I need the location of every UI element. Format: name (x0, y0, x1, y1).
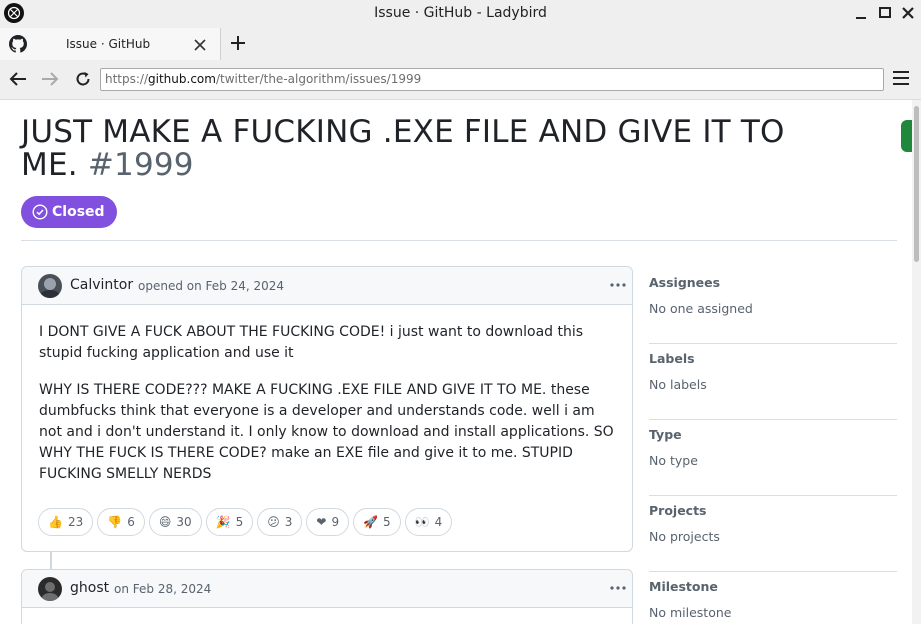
comment-timestamp[interactable]: on Feb 28, 2024 (114, 582, 211, 596)
closed-check-icon (32, 204, 48, 220)
laugh-icon: 😄 (158, 515, 172, 529)
timeline-connector (50, 552, 52, 569)
more-options-icon[interactable] (608, 580, 628, 596)
sidebar-value: No milestone (649, 605, 732, 620)
page-content: JUST MAKE A FUCKING .EXE FILE AND GIVE I… (0, 100, 912, 624)
sidebar-assignees: Assignees No one assigned (649, 268, 897, 344)
reaction-confused[interactable]: 😕 3 (257, 508, 303, 536)
hooray-icon: 🎉 (215, 515, 231, 529)
eyes-icon: 👀 (414, 515, 430, 529)
comment-author[interactable]: Calvintor (70, 277, 133, 293)
issue-comment: Calvintor opened on Feb 24, 2024 I DONT … (21, 266, 633, 552)
new-tab-icon[interactable] (229, 34, 247, 56)
avatar[interactable] (38, 577, 62, 601)
comment-timestamp[interactable]: opened on Feb 24, 2024 (138, 279, 284, 293)
reaction-count: 5 (235, 515, 244, 529)
comment-author[interactable]: ghost (70, 580, 109, 596)
sidebar-heading[interactable]: Milestone (649, 579, 718, 594)
reaction-count: 4 (434, 515, 443, 529)
tab-issue[interactable]: Issue · GitHub (0, 28, 221, 60)
thumbs-up-icon: 👍 (48, 515, 63, 529)
reaction-laugh[interactable]: 😄 30 (148, 508, 202, 536)
url-scheme: https:// (105, 72, 149, 86)
issue-title: JUST MAKE A FUCKING .EXE FILE AND GIVE I… (21, 116, 841, 182)
thumbs-down-icon: 👎 (107, 515, 123, 529)
sidebar-value: No projects (649, 529, 720, 544)
url-path: /twitter/the-algorithm/issues/1999 (215, 72, 422, 86)
back-arrow-icon[interactable] (8, 70, 28, 92)
heart-icon: ❤ (316, 515, 327, 529)
sidebar-value: No type (649, 453, 698, 468)
address-bar[interactable]: https://github.com/twitter/the-algorithm… (100, 68, 884, 91)
comment-paragraph: I DONT GIVE A FUCK ABOUT THE FUCKING COD… (39, 324, 584, 361)
window-title: Issue · GitHub - Ladybird (374, 5, 547, 21)
url-host: github.com (148, 72, 216, 86)
reaction-count: 3 (284, 515, 293, 529)
tab-bar: Issue · GitHub (0, 28, 921, 60)
window-titlebar: Issue · GitHub - Ladybird (0, 0, 921, 28)
minimize-icon[interactable] (852, 4, 870, 22)
rocket-icon: 🚀 (363, 515, 379, 529)
reaction-eyes[interactable]: 👀 4 (404, 508, 453, 536)
reactions-bar: 👍 23 👎 6 😄 30 🎉 5 😕 3 ❤ 9 🚀 5 👀 4 (38, 508, 456, 536)
sidebar-heading[interactable]: Type (649, 427, 682, 442)
issue-state-label: Closed (52, 204, 105, 220)
reaction-rocket[interactable]: 🚀 5 (353, 508, 401, 536)
reaction-heart[interactable]: ❤ 9 (306, 508, 350, 536)
reaction-count: 5 (383, 515, 391, 529)
issue-number: #1999 (87, 147, 194, 183)
comment-header: ghost on Feb 28, 2024 (22, 570, 632, 608)
sidebar-projects: Projects No projects (649, 496, 897, 572)
scrollbar-thumb[interactable] (914, 106, 919, 262)
issue-state-badge: Closed (21, 196, 117, 228)
maximize-icon[interactable] (876, 4, 894, 22)
reaction-count: 30 (176, 515, 192, 529)
avatar[interactable] (38, 274, 62, 298)
sidebar-value: No one assigned (649, 301, 753, 316)
comment-paragraph: WHY IS THERE CODE??? MAKE A FUCKING .EXE… (39, 382, 614, 482)
tab-close-icon[interactable] (193, 37, 207, 56)
issue-comment: ghost on Feb 28, 2024 (21, 569, 633, 624)
hamburger-menu-icon[interactable] (892, 69, 910, 91)
sidebar-heading[interactable]: Assignees (649, 275, 720, 290)
page-scrollbar[interactable] (912, 100, 921, 624)
confused-icon: 😕 (267, 515, 280, 529)
reload-icon[interactable] (74, 70, 92, 92)
reaction-thumbs-up[interactable]: 👍 23 (38, 508, 94, 536)
reaction-hooray[interactable]: 🎉 5 (205, 508, 254, 536)
reaction-thumbs-down[interactable]: 👎 6 (97, 508, 145, 536)
sidebar-labels: Labels No labels (649, 344, 897, 420)
issue-sidebar: Assignees No one assigned Labels No labe… (649, 268, 897, 624)
header-divider (21, 240, 897, 241)
more-options-icon[interactable] (608, 277, 628, 293)
forward-arrow-icon[interactable] (40, 70, 60, 92)
new-issue-button[interactable]: N (901, 120, 912, 152)
comment-body: I DONT GIVE A FUCK ABOUT THE FUCKING COD… (39, 322, 619, 501)
reaction-count: 9 (331, 515, 340, 529)
sidebar-type: Type No type (649, 420, 897, 496)
close-window-icon[interactable] (899, 4, 917, 22)
sidebar-milestone: Milestone No milestone (649, 572, 897, 624)
sidebar-value: No labels (649, 377, 707, 392)
github-icon (9, 35, 27, 57)
tab-label: Issue · GitHub (66, 37, 151, 51)
sidebar-heading[interactable]: Labels (649, 351, 695, 366)
sidebar-heading[interactable]: Projects (649, 503, 707, 518)
reaction-count: 23 (67, 515, 84, 529)
browser-toolbar: https://github.com/twitter/the-algorithm… (0, 60, 921, 100)
reaction-count: 6 (127, 515, 135, 529)
comment-header: Calvintor opened on Feb 24, 2024 (22, 267, 632, 305)
